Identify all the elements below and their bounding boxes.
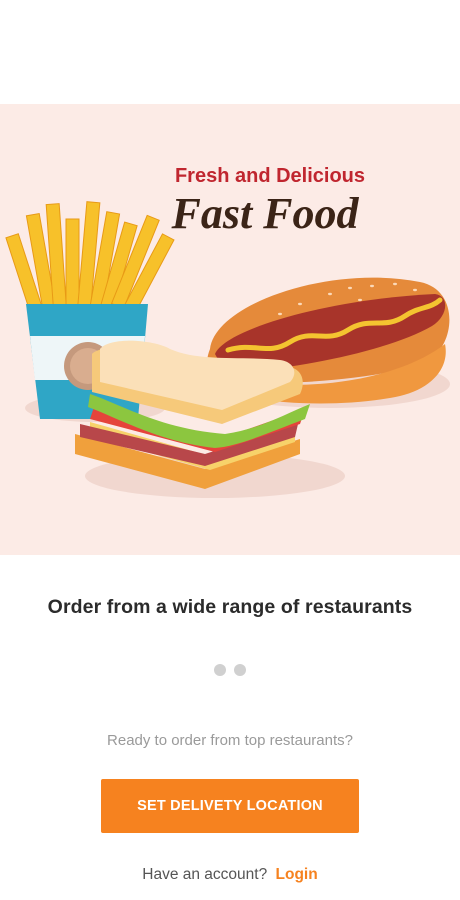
- onboarding-headline: Order from a wide range of restaurants: [47, 596, 413, 618]
- account-prompt: Have an account? Login: [0, 866, 460, 884]
- set-delivery-location-button[interactable]: SET DELIVETY LOCATION: [101, 779, 359, 833]
- order-prompt: Ready to order from top restaurants?: [107, 732, 353, 749]
- page-dot-1[interactable]: [214, 664, 226, 676]
- hero-tagline: Fresh and Delicious: [175, 165, 365, 187]
- hero-illustration: Fresh and Delicious Fast Food: [0, 104, 460, 555]
- hero-title: Fast Food: [170, 189, 359, 238]
- fast-food-illustration: Fresh and Delicious Fast Food: [0, 104, 460, 555]
- page-indicator: [0, 664, 460, 676]
- page-dot-2[interactable]: [234, 664, 246, 676]
- account-text: Have an account?: [142, 866, 268, 883]
- login-link[interactable]: Login: [276, 866, 318, 883]
